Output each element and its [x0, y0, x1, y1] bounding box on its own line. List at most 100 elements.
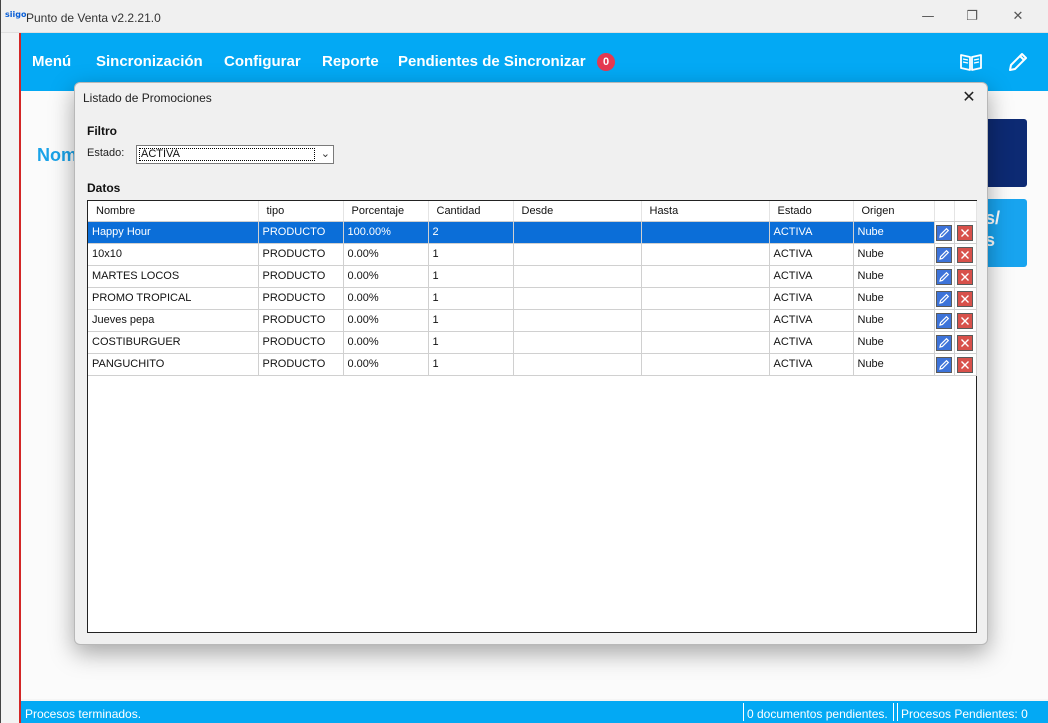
- cell-origen[interactable]: Nube: [853, 243, 935, 266]
- cell-estado[interactable]: ACTIVA: [769, 331, 854, 354]
- cell-porcentaje[interactable]: 0.00%: [343, 331, 429, 354]
- cell-tipo[interactable]: PRODUCTO: [258, 287, 344, 310]
- menu-item-reporte[interactable]: Reporte: [322, 53, 379, 70]
- cell-estado[interactable]: ACTIVA: [769, 309, 854, 332]
- column-header[interactable]: Hasta: [641, 201, 770, 222]
- close-icon: [961, 229, 969, 237]
- restore-button[interactable]: ❐: [957, 6, 987, 28]
- delete-row-button[interactable]: [957, 269, 973, 285]
- dialog-close-button[interactable]: ✕: [959, 86, 979, 108]
- cell-nombre[interactable]: 10x10: [88, 243, 259, 266]
- cell-tipo[interactable]: PRODUCTO: [258, 221, 344, 244]
- cell-hasta[interactable]: [641, 287, 770, 310]
- cell-cantidad[interactable]: 1: [428, 243, 514, 266]
- cell-hasta[interactable]: [641, 243, 770, 266]
- estado-select-value: ACTIVA: [139, 148, 315, 161]
- edit-row-button[interactable]: [936, 269, 952, 285]
- cell-desde[interactable]: [513, 243, 642, 266]
- delete-row-button[interactable]: [957, 225, 973, 241]
- cell-nombre[interactable]: PANGUCHITO: [88, 353, 259, 376]
- cell-hasta[interactable]: [641, 309, 770, 332]
- edit-row-button[interactable]: [936, 357, 952, 373]
- cell-desde[interactable]: [513, 309, 642, 332]
- cell-origen[interactable]: Nube: [853, 287, 935, 310]
- table-row[interactable]: COSTIBURGUER PRODUCTO 0.00% 1 ACTIVA Nube: [88, 331, 977, 354]
- cell-porcentaje[interactable]: 0.00%: [343, 287, 429, 310]
- cell-estado[interactable]: ACTIVA: [769, 353, 854, 376]
- cell-porcentaje[interactable]: 0.00%: [343, 353, 429, 376]
- cell-desde[interactable]: [513, 221, 642, 244]
- table-row[interactable]: 10x10 PRODUCTO 0.00% 1 ACTIVA Nube: [88, 243, 977, 266]
- cell-hasta[interactable]: [641, 353, 770, 376]
- cell-tipo[interactable]: PRODUCTO: [258, 331, 344, 354]
- book-icon[interactable]: [959, 51, 983, 73]
- delete-row-button[interactable]: [957, 313, 973, 329]
- table-row[interactable]: PROMO TROPICAL PRODUCTO 0.00% 1 ACTIVA Nube: [88, 287, 977, 310]
- edit-row-button[interactable]: [936, 313, 952, 329]
- column-header[interactable]: tipo: [258, 201, 344, 222]
- window-close-button[interactable]: ✕: [1003, 6, 1033, 28]
- cell-estado[interactable]: ACTIVA: [769, 221, 854, 244]
- cell-estado[interactable]: ACTIVA: [769, 265, 854, 288]
- cell-hasta[interactable]: [641, 265, 770, 288]
- cell-origen[interactable]: Nube: [853, 309, 935, 332]
- cell-estado[interactable]: ACTIVA: [769, 287, 854, 310]
- cell-desde[interactable]: [513, 331, 642, 354]
- menu-item-menu[interactable]: Menú: [32, 53, 71, 70]
- cell-tipo[interactable]: PRODUCTO: [258, 265, 344, 288]
- cell-origen[interactable]: Nube: [853, 331, 935, 354]
- cell-nombre[interactable]: Happy Hour: [88, 221, 259, 244]
- cell-nombre[interactable]: COSTIBURGUER: [88, 331, 259, 354]
- table-row[interactable]: MARTES LOCOS PRODUCTO 0.00% 1 ACTIVA Nube: [88, 265, 977, 288]
- cell-desde[interactable]: [513, 353, 642, 376]
- cell-tipo[interactable]: PRODUCTO: [258, 309, 344, 332]
- table-row[interactable]: Jueves pepa PRODUCTO 0.00% 1 ACTIVA Nube: [88, 309, 977, 332]
- table-row[interactable]: PANGUCHITO PRODUCTO 0.00% 1 ACTIVA Nube: [88, 353, 977, 376]
- pencil-icon[interactable]: [1006, 51, 1030, 73]
- cell-delete: [954, 221, 977, 244]
- cell-hasta[interactable]: [641, 331, 770, 354]
- cell-cantidad[interactable]: 1: [428, 287, 514, 310]
- cell-porcentaje[interactable]: 100.00%: [343, 221, 429, 244]
- cell-estado[interactable]: ACTIVA: [769, 243, 854, 266]
- cell-origen[interactable]: Nube: [853, 265, 935, 288]
- edit-row-button[interactable]: [936, 225, 952, 241]
- cell-cantidad[interactable]: 1: [428, 309, 514, 332]
- minimize-button[interactable]: —: [913, 6, 943, 28]
- menu-item-pendientes[interactable]: Pendientes de Sincronizar: [398, 53, 586, 70]
- cell-nombre[interactable]: Jueves pepa: [88, 309, 259, 332]
- column-header[interactable]: Nombre: [88, 201, 259, 222]
- estado-select[interactable]: ACTIVA ⌄: [136, 145, 334, 164]
- delete-row-button[interactable]: [957, 335, 973, 351]
- cell-porcentaje[interactable]: 0.00%: [343, 243, 429, 266]
- cell-cantidad[interactable]: 2: [428, 221, 514, 244]
- delete-row-button[interactable]: [957, 291, 973, 307]
- table-row[interactable]: Happy Hour PRODUCTO 100.00% 2 ACTIVA Nube: [88, 221, 977, 244]
- cell-tipo[interactable]: PRODUCTO: [258, 243, 344, 266]
- cell-porcentaje[interactable]: 0.00%: [343, 309, 429, 332]
- cell-porcentaje[interactable]: 0.00%: [343, 265, 429, 288]
- edit-row-button[interactable]: [936, 335, 952, 351]
- cell-cantidad[interactable]: 1: [428, 353, 514, 376]
- cell-origen[interactable]: Nube: [853, 353, 935, 376]
- menu-item-sincronizacion[interactable]: Sincronización: [96, 53, 203, 70]
- column-header[interactable]: Origen: [853, 201, 935, 222]
- cell-nombre[interactable]: MARTES LOCOS: [88, 265, 259, 288]
- cell-hasta[interactable]: [641, 221, 770, 244]
- cell-cantidad[interactable]: 1: [428, 331, 514, 354]
- column-header[interactable]: Porcentaje: [343, 201, 429, 222]
- cell-origen[interactable]: Nube: [853, 221, 935, 244]
- column-header[interactable]: Desde: [513, 201, 642, 222]
- delete-row-button[interactable]: [957, 247, 973, 263]
- menu-item-configurar[interactable]: Configurar: [224, 53, 301, 70]
- edit-row-button[interactable]: [936, 247, 952, 263]
- column-header[interactable]: Estado: [769, 201, 854, 222]
- cell-cantidad[interactable]: 1: [428, 265, 514, 288]
- column-header[interactable]: Cantidad: [428, 201, 514, 222]
- cell-nombre[interactable]: PROMO TROPICAL: [88, 287, 259, 310]
- cell-desde[interactable]: [513, 287, 642, 310]
- edit-row-button[interactable]: [936, 291, 952, 307]
- cell-tipo[interactable]: PRODUCTO: [258, 353, 344, 376]
- delete-row-button[interactable]: [957, 357, 973, 373]
- cell-desde[interactable]: [513, 265, 642, 288]
